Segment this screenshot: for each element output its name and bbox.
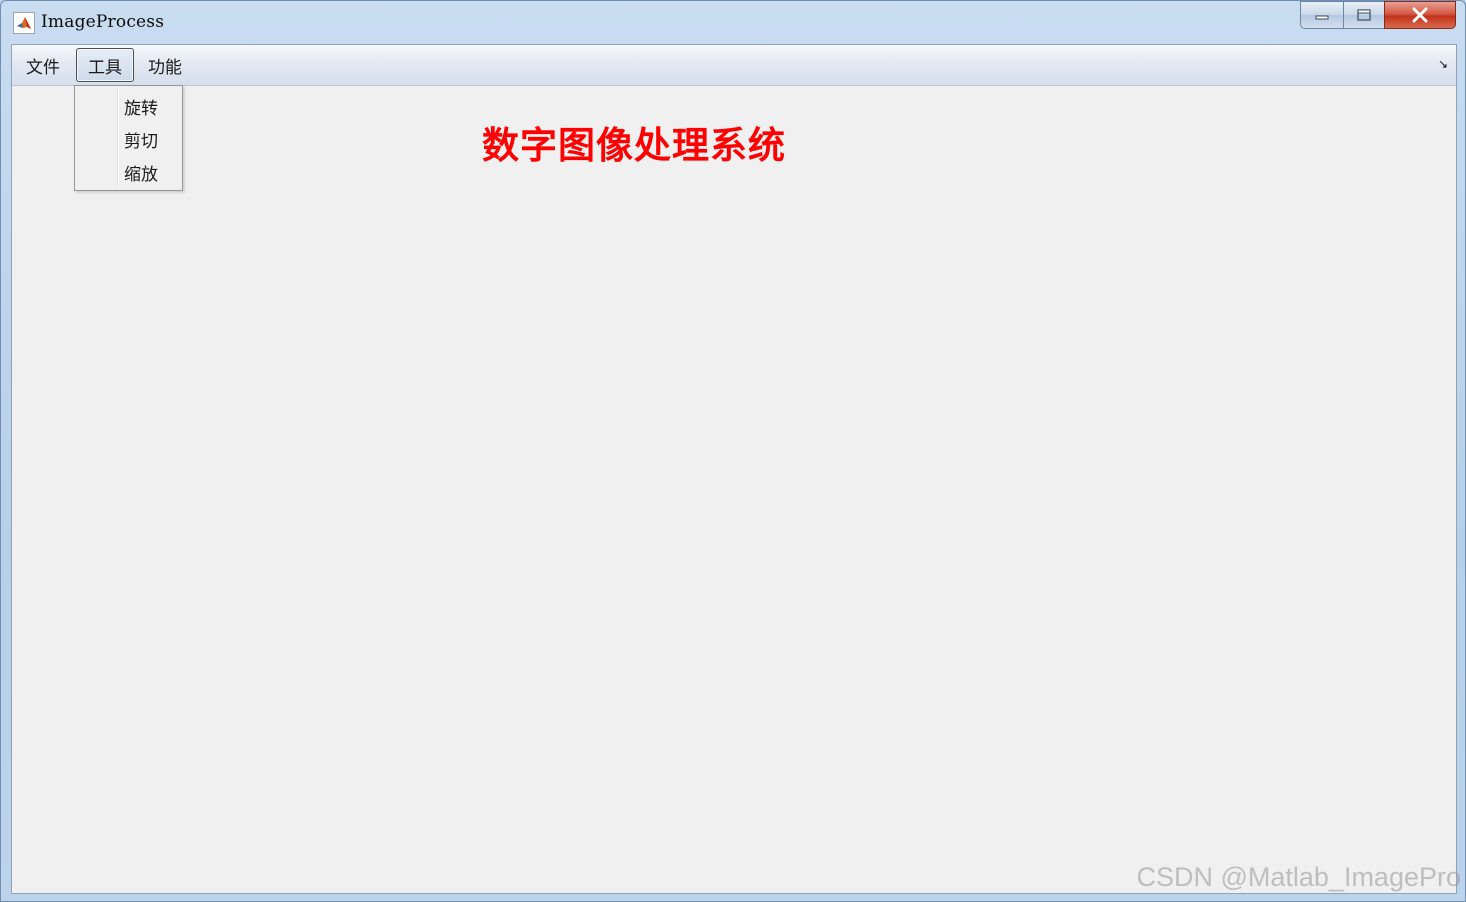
menu-functions[interactable]: 功能 xyxy=(138,48,192,82)
title-bar[interactable]: ImageProcess xyxy=(1,1,1465,43)
menu-item-crop[interactable]: 剪切 xyxy=(124,127,158,152)
figure-client-area: 文件 工具 功能 ↘ 旋转 剪切 缩放 数字图像处理系统 xyxy=(11,44,1457,894)
menu-item-rotate[interactable]: 旋转 xyxy=(124,94,158,119)
menu-tools[interactable]: 工具 xyxy=(76,48,134,82)
app-window: ImageProcess 文件 工具 功能 ↘ 旋转 剪切 缩放 数字图像处理系… xyxy=(0,0,1466,902)
page-title: 数字图像处理系统 xyxy=(482,123,786,167)
menu-item-zoom[interactable]: 缩放 xyxy=(124,160,158,185)
close-button[interactable] xyxy=(1384,1,1456,29)
minimize-button[interactable] xyxy=(1300,1,1343,29)
maximize-button[interactable] xyxy=(1343,1,1384,29)
menu-bar: 文件 工具 功能 ↘ xyxy=(12,45,1456,86)
close-icon xyxy=(1412,7,1428,23)
watermark-text: CSDN @Matlab_ImagePro xyxy=(1136,862,1461,892)
window-controls xyxy=(1300,1,1456,31)
matlab-logo-icon[interactable] xyxy=(13,12,35,34)
maximize-icon xyxy=(1357,9,1371,21)
menu-file[interactable]: 文件 xyxy=(16,48,70,82)
menu-gutter-divider xyxy=(117,88,119,188)
window-title: ImageProcess xyxy=(41,12,165,32)
dock-arrow-icon[interactable]: ↘ xyxy=(1438,57,1448,71)
tools-dropdown-menu: 旋转 剪切 缩放 xyxy=(74,85,183,191)
minimize-icon xyxy=(1315,15,1329,20)
